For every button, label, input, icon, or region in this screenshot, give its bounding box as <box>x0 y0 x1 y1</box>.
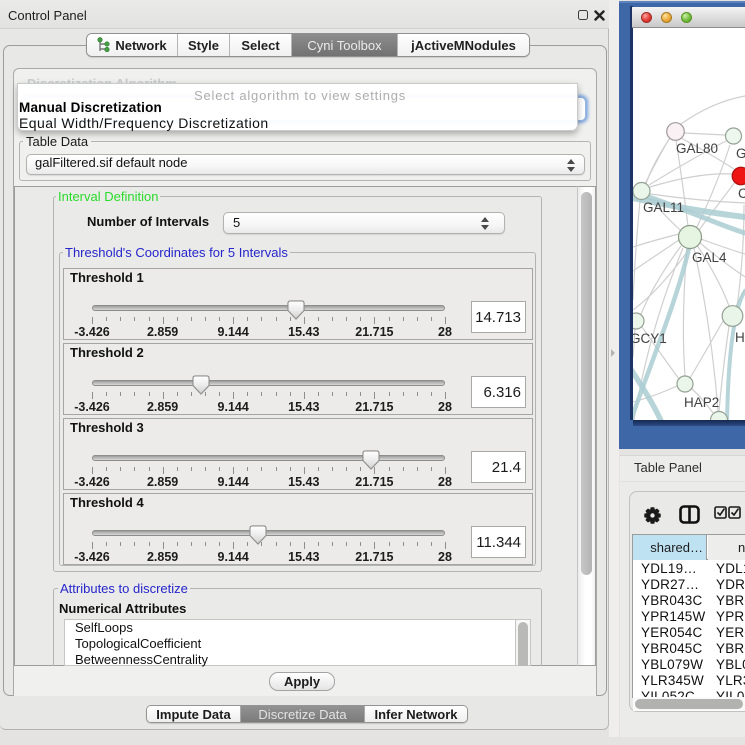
svg-text:CY: CY <box>738 186 745 201</box>
svg-text:HA: HA <box>735 330 745 345</box>
svg-text:GAL80: GAL80 <box>676 141 718 156</box>
svg-text:GAL11: GAL11 <box>643 200 684 215</box>
svg-text:GAL4: GAL4 <box>692 250 727 265</box>
svg-text:GA: GA <box>736 146 745 161</box>
svg-text:HAP2: HAP2 <box>684 395 719 410</box>
svg-text:GCY1: GCY1 <box>633 331 667 346</box>
